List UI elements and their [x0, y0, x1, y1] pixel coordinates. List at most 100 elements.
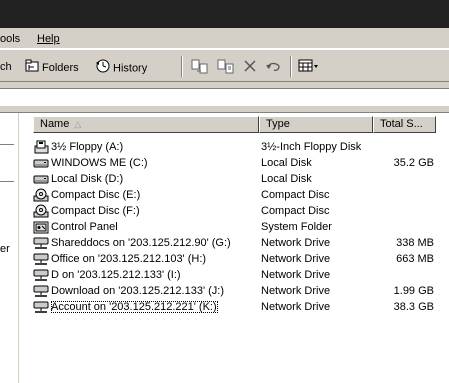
- column-header-total-size[interactable]: Total S...: [373, 116, 436, 133]
- control-panel-icon: [33, 220, 49, 234]
- undo-button[interactable]: [265, 59, 283, 75]
- network-drive-icon: [33, 252, 49, 266]
- network-drive-icon: [33, 236, 49, 250]
- item-total-size: 35.2 GB: [393, 157, 434, 169]
- item-name-cell: Shareddocs on '203.125.212.90' (G:): [33, 235, 259, 251]
- item-name: Compact Disc (F:): [51, 205, 140, 217]
- folders-button[interactable]: Folders: [25, 59, 79, 75]
- item-name: 3½ Floppy (A:): [51, 141, 124, 153]
- item-name-cell: WINDOWS ME (C:): [33, 155, 259, 171]
- item-type: Compact Disc: [261, 205, 330, 217]
- column-header-type[interactable]: Type: [259, 116, 373, 133]
- left-pane: er: [0, 113, 19, 383]
- address-field[interactable]: [0, 88, 449, 106]
- move-to-button[interactable]: [191, 59, 209, 75]
- item-name: Office on '203.125.212.103' (H:): [51, 253, 207, 265]
- item-name: Account on '203.125.212.221' (K:): [51, 301, 218, 313]
- item-total-size: 1.99 GB: [393, 285, 434, 297]
- item-type: System Folder: [261, 221, 332, 233]
- network-drive-icon: [33, 300, 49, 314]
- item-name-cell: Account on '203.125.212.221' (K:): [33, 299, 259, 315]
- copy-to-button[interactable]: [217, 59, 235, 75]
- item-name: Download on '203.125.212.133' (J:): [51, 285, 224, 297]
- item-total-size: [375, 203, 434, 219]
- history-button[interactable]: History: [95, 59, 147, 75]
- column-header-name-label: Name: [40, 118, 70, 130]
- search-button[interactable]: ch: [0, 59, 12, 75]
- list-item[interactable]: 3½ Floppy (A:) 3½-Inch Floppy Disk: [20, 139, 449, 155]
- list-item[interactable]: Compact Disc (E:) Compact Disc: [20, 187, 449, 203]
- cd-drive-icon: [33, 188, 49, 202]
- delete-button[interactable]: [243, 59, 257, 75]
- cd-drive-icon: [33, 204, 49, 218]
- item-name-cell: D on '203.125.212.133' (I:): [33, 267, 259, 283]
- views-button[interactable]: [298, 59, 320, 75]
- list-item[interactable]: Shareddocs on '203.125.212.90' (G:) Netwo…: [20, 235, 449, 251]
- item-type: Network Drive: [261, 285, 331, 297]
- item-name-cell: Local Disk (D:): [33, 171, 259, 187]
- floppy-drive-icon: [33, 140, 49, 154]
- item-type: Network Drive: [261, 237, 331, 249]
- menu-bar: ools Help: [0, 28, 449, 49]
- network-drive-icon: [33, 268, 49, 282]
- item-type: 3½-Inch Floppy Disk: [261, 141, 362, 153]
- item-name: D on '203.125.212.133' (I:): [51, 269, 181, 281]
- hard-disk-icon: [33, 172, 49, 186]
- list-item[interactable]: D on '203.125.212.133' (I:) Network Drive: [20, 267, 449, 283]
- folders-label: Folders: [42, 61, 79, 74]
- toolbar: ch Folders History: [0, 49, 449, 82]
- network-drive-icon: [33, 284, 49, 298]
- column-header-total-size-label: Total S...: [380, 118, 423, 130]
- list-item[interactable]: WINDOWS ME (C:) Local Disk 35.2 GB: [20, 155, 449, 171]
- item-name-cell: 3½ Floppy (A:): [33, 139, 259, 155]
- toolbar-separator: [290, 56, 292, 77]
- item-total-size: [375, 139, 434, 155]
- column-header-type-label: Type: [266, 118, 290, 130]
- tree-connector: [0, 144, 14, 145]
- item-total-size: 38.3 GB: [393, 301, 434, 313]
- history-label: History: [113, 62, 148, 75]
- list-item[interactable]: Local Disk (D:) Local Disk: [20, 171, 449, 187]
- item-name: Control Panel: [51, 221, 118, 233]
- menu-tools[interactable]: ools: [0, 32, 20, 46]
- undo-icon: [265, 62, 283, 76]
- item-total-size: [375, 267, 434, 283]
- list-item[interactable]: Compact Disc (F:) Compact Disc: [20, 203, 449, 219]
- history-icon: [95, 59, 110, 78]
- views-icon: [298, 59, 320, 76]
- title-bar: [0, 0, 449, 28]
- item-type: Network Drive: [261, 301, 331, 313]
- copy-to-icon: [217, 59, 235, 78]
- sort-ascending-icon: △: [74, 119, 82, 129]
- item-name: Local Disk (D:): [51, 173, 124, 185]
- item-total-size: [375, 187, 434, 203]
- folders-icon: [25, 59, 39, 77]
- item-name: Shareddocs on '203.125.212.90' (G:): [51, 237, 231, 249]
- toolbar-separator: [181, 56, 183, 77]
- item-name-cell: Compact Disc (F:): [33, 203, 259, 219]
- list-item[interactable]: Control Panel System Folder: [20, 219, 449, 235]
- item-type: Local Disk: [261, 173, 312, 185]
- item-type: Network Drive: [261, 269, 331, 281]
- tree-connector: [0, 181, 14, 182]
- menu-help[interactable]: Help: [37, 32, 60, 46]
- item-total-size: [375, 171, 434, 187]
- item-name-cell: Office on '203.125.212.103' (H:): [33, 251, 259, 267]
- list-item[interactable]: Account on '203.125.212.221' (K:) Network…: [20, 299, 449, 315]
- list-item[interactable]: Download on '203.125.212.133' (J:) Networ…: [20, 283, 449, 299]
- file-list: Name △ Type Total S... 3½ Floppy (A:) 3½-I…: [20, 113, 449, 383]
- column-header-name[interactable]: Name △: [33, 116, 259, 133]
- item-total-size: [375, 219, 434, 235]
- item-total-size: 663 MB: [396, 253, 434, 265]
- address-bar: [0, 82, 449, 113]
- item-name: WINDOWS ME (C:): [51, 157, 148, 169]
- item-type: Network Drive: [261, 253, 331, 265]
- move-to-icon: [191, 59, 209, 78]
- left-pane-label: er: [0, 243, 10, 255]
- list-item[interactable]: Office on '203.125.212.103' (H:) Network …: [20, 251, 449, 267]
- item-total-size: 338 MB: [396, 237, 434, 249]
- hard-disk-icon: [33, 156, 49, 170]
- item-name: Compact Disc (E:): [51, 189, 141, 201]
- item-name-cell: Control Panel: [33, 219, 259, 235]
- item-name-cell: Download on '203.125.212.133' (J:): [33, 283, 259, 299]
